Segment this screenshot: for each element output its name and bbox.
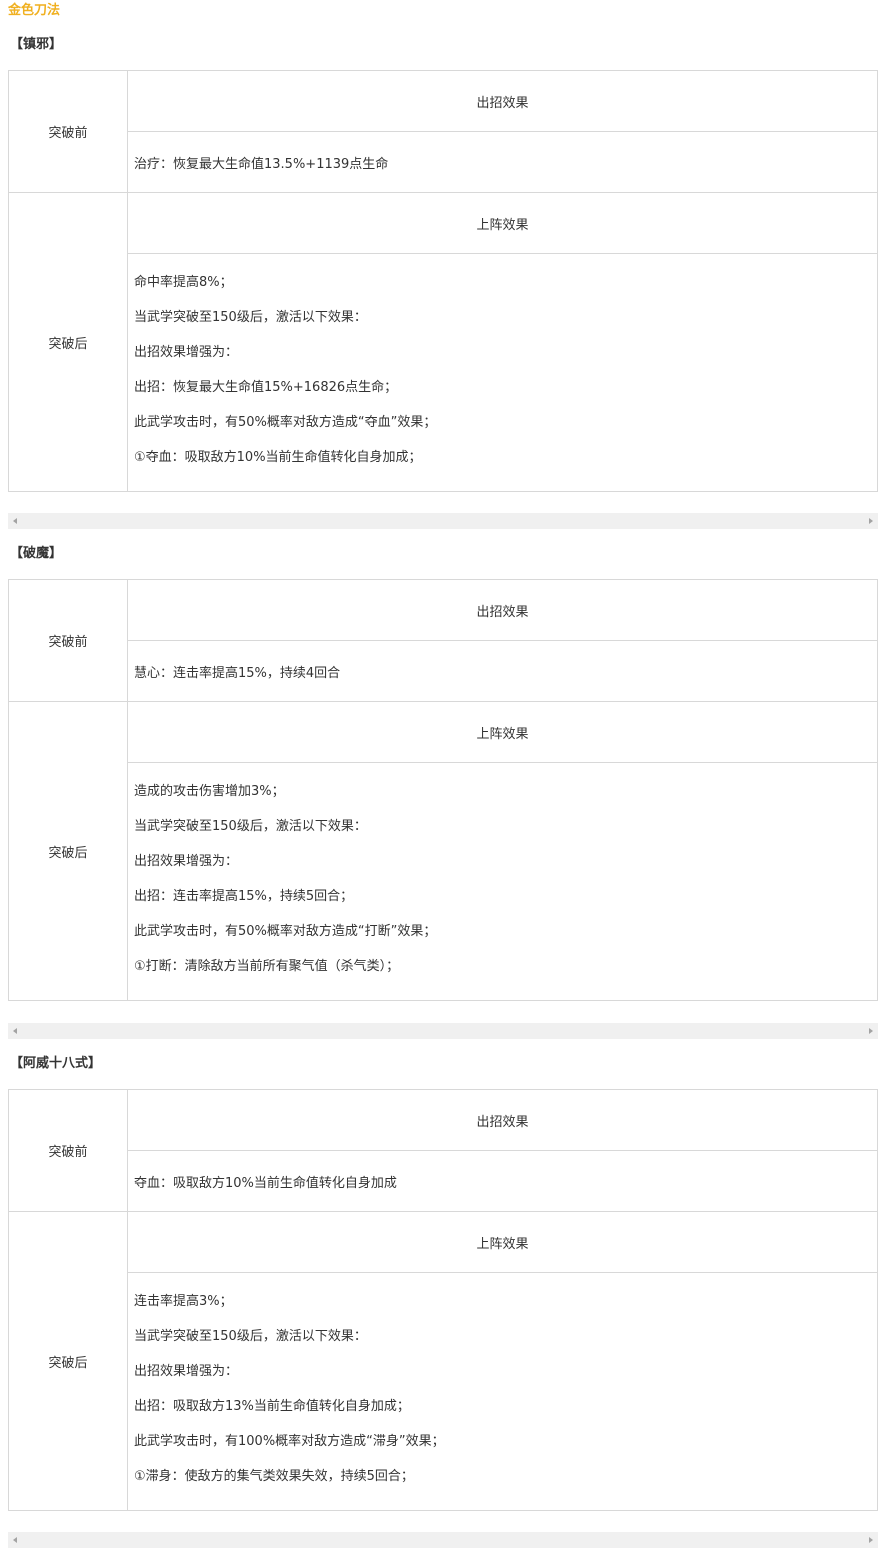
effect-line: 出招：恢复最大生命值15%+16826点生命；	[134, 380, 398, 395]
table-row: 造成的攻击伤害增加3%； 当武学突破至150级后，激活以下效果： 出招效果增强为…	[9, 762, 878, 1001]
effect-line: ①打断：清除敌方当前所有聚气值（杀气类）；	[134, 959, 400, 974]
effect-text: 慧心：连击率提高15%，持续4回合	[127, 640, 878, 702]
row-label-before: 突破前	[8, 70, 128, 193]
effect-line: ①夺血：吸取敌方10%当前生命值转化自身加成；	[134, 450, 422, 465]
effect-text: 治疗：恢复最大生命值13.5%+1139点生命	[127, 131, 878, 193]
effect-lines-cell: 连击率提高3%； 当武学突破至150级后，激活以下效果： 出招效果增强为： 出招…	[127, 1272, 878, 1511]
effect-line: ①滞身：使敌方的集气类效果失效，持续5回合；	[134, 1469, 414, 1484]
scroll-left-arrow-icon[interactable]	[13, 518, 17, 524]
table-row: 夺血：吸取敌方10%当前生命值转化自身加成	[9, 1150, 878, 1212]
horizontal-scrollbar[interactable]	[8, 1023, 878, 1039]
table-row: 慧心：连击率提高15%，持续4回合	[9, 640, 878, 702]
skill-table: 突破前 出招效果 治疗：恢复最大生命值13.5%+1139点生命 突破后 上阵效…	[8, 70, 878, 492]
effect-header: 上阵效果	[127, 192, 878, 254]
section-title: 【镇邪】	[10, 37, 63, 52]
effect-text: 夺血：吸取敌方10%当前生命值转化自身加成	[127, 1150, 878, 1212]
table-row: 突破前 出招效果	[8, 70, 878, 193]
skill-section-zhenxie: 【镇邪】 突破前 出招效果 治疗：恢复最大生命值13.5%+1139点生命 突破…	[8, 36, 878, 492]
row-label-after: 突破后	[8, 192, 128, 492]
horizontal-scrollbar[interactable]	[8, 513, 878, 529]
skill-table: 突破前 出招效果 慧心：连击率提高15%，持续4回合 突破后 上阵效果 造成的攻…	[8, 579, 878, 1001]
table-row: 突破后 上阵效果	[8, 701, 878, 1001]
table-row: 命中率提高8%； 当武学突破至150级后，激活以下效果： 出招效果增强为： 出招…	[9, 253, 878, 492]
horizontal-scrollbar[interactable]	[8, 1532, 878, 1548]
row-label-after: 突破后	[8, 1211, 128, 1511]
effect-line: 当武学突破至150级后，激活以下效果：	[134, 310, 367, 325]
table-row: 突破前 出招效果	[8, 579, 878, 702]
effect-line: 造成的攻击伤害增加3%；	[134, 784, 285, 799]
effect-line: 连击率提高3%；	[134, 1294, 233, 1309]
effect-line: 出招：吸取敌方13%当前生命值转化自身加成；	[134, 1399, 410, 1414]
effect-line: 出招效果增强为：	[134, 854, 239, 869]
row-label-before: 突破前	[8, 1089, 128, 1212]
effect-header: 出招效果	[127, 1089, 878, 1151]
effect-line: 出招效果增强为：	[134, 345, 239, 360]
section-title: 【破魔】	[10, 546, 63, 561]
effect-line: 命中率提高8%；	[134, 275, 233, 290]
table-row: 突破后 上阵效果	[8, 1211, 878, 1511]
effect-line: 当武学突破至150级后，激活以下效果：	[134, 819, 367, 834]
effect-header: 出招效果	[127, 579, 878, 641]
table-row: 突破前 出招效果	[8, 1089, 878, 1212]
effect-line: 此武学攻击时，有50%概率对敌方造成“夺血”效果；	[134, 415, 437, 430]
effect-header: 上阵效果	[127, 701, 878, 763]
effect-line: 出招：连击率提高15%，持续5回合；	[134, 889, 354, 904]
scroll-left-arrow-icon[interactable]	[13, 1028, 17, 1034]
effect-line: 此武学攻击时，有50%概率对敌方造成“打断”效果；	[134, 924, 437, 939]
effect-line: 当武学突破至150级后，激活以下效果：	[134, 1329, 367, 1344]
effect-line: 此武学攻击时，有100%概率对敌方造成“滞身”效果；	[134, 1434, 445, 1449]
effect-lines-cell: 造成的攻击伤害增加3%； 当武学突破至150级后，激活以下效果： 出招效果增强为…	[127, 762, 878, 1001]
scroll-right-arrow-icon[interactable]	[869, 1028, 873, 1034]
table-row: 突破后 上阵效果	[8, 192, 878, 492]
scroll-right-arrow-icon[interactable]	[869, 1537, 873, 1543]
table-row: 连击率提高3%； 当武学突破至150级后，激活以下效果： 出招效果增强为： 出招…	[9, 1272, 878, 1511]
skill-table: 突破前 出招效果 夺血：吸取敌方10%当前生命值转化自身加成 突破后 上阵效果 …	[8, 1089, 878, 1511]
effect-lines-cell: 命中率提高8%； 当武学突破至150级后，激活以下效果： 出招效果增强为： 出招…	[127, 253, 878, 492]
section-title: 【阿威十八式】	[10, 1056, 102, 1071]
effect-header: 上阵效果	[127, 1211, 878, 1273]
effect-line: 出招效果增强为：	[134, 1364, 239, 1379]
skill-section-pomo: 【破魔】 突破前 出招效果 慧心：连击率提高15%，持续4回合 突破后 上阵效果…	[8, 545, 878, 1001]
skill-section-awei: 【阿威十八式】 突破前 出招效果 夺血：吸取敌方10%当前生命值转化自身加成 突…	[8, 1055, 878, 1511]
scroll-left-arrow-icon[interactable]	[13, 1537, 17, 1543]
row-label-before: 突破前	[8, 579, 128, 702]
table-row: 治疗：恢复最大生命值13.5%+1139点生命	[9, 131, 878, 193]
scroll-right-arrow-icon[interactable]	[869, 518, 873, 524]
effect-header: 出招效果	[127, 70, 878, 132]
row-label-after: 突破后	[8, 701, 128, 1001]
page-title: 金色刀法	[8, 3, 61, 18]
